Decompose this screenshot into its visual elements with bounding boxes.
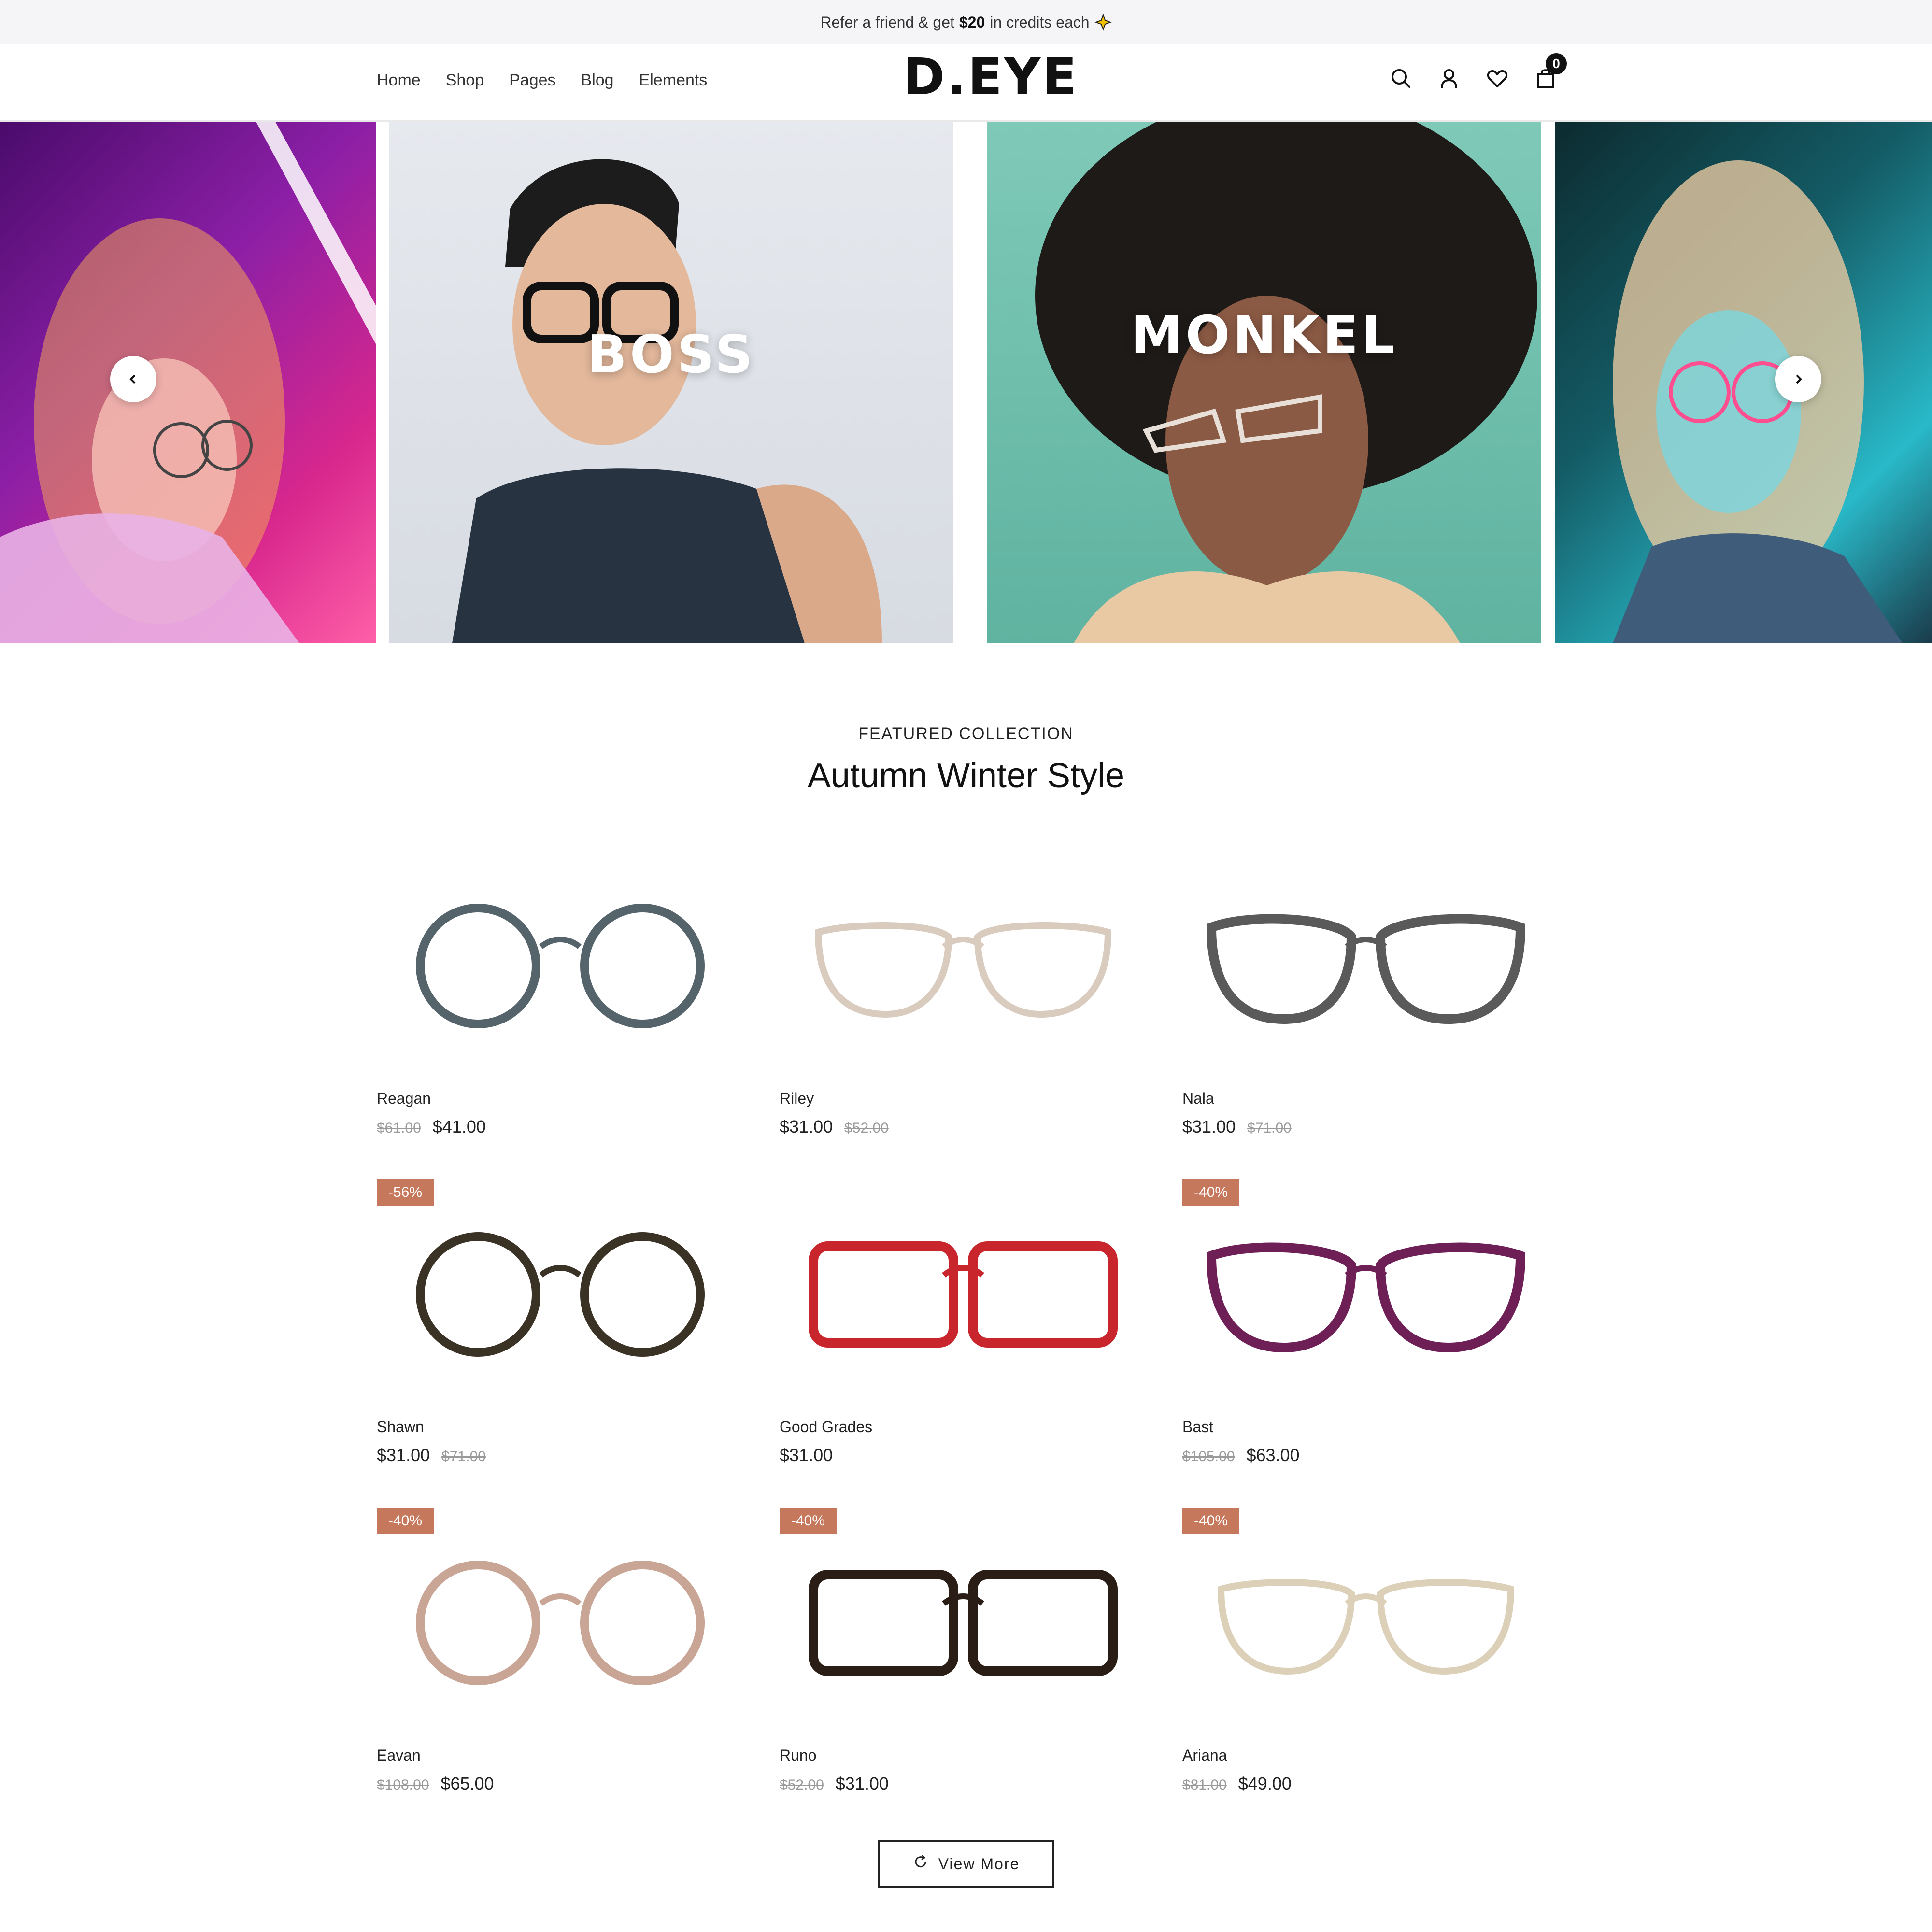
product-card[interactable]: Nala $31.00 $71.00 xyxy=(1182,869,1549,1198)
product-card[interactable]: -56% Shawn $31.00 $71.00 xyxy=(377,1179,744,1526)
heart-icon[interactable] xyxy=(1483,64,1512,93)
product-card[interactable]: -40% Runo $52.00 $31.00 xyxy=(780,1508,1147,1855)
hero-slide-4[interactable] xyxy=(1555,122,1932,643)
current-price: $41.00 xyxy=(432,1117,486,1136)
product-image[interactable] xyxy=(377,1198,744,1391)
current-price: $63.00 xyxy=(1246,1445,1300,1465)
old-price: $61.00 xyxy=(377,1120,421,1136)
hero-slide-2-label: BOSS xyxy=(587,325,756,385)
current-price: $31.00 xyxy=(377,1445,430,1465)
product-name[interactable]: Runo xyxy=(780,1747,817,1764)
product-image[interactable] xyxy=(1182,1198,1549,1391)
view-more-label: View More xyxy=(938,1855,1020,1873)
product-image[interactable] xyxy=(1182,869,1549,1063)
product-prices: $52.00 $31.00 xyxy=(780,1774,889,1794)
view-more-button[interactable]: View More xyxy=(878,1840,1054,1888)
product-prices: $61.00 $41.00 xyxy=(377,1117,486,1137)
product-name[interactable]: Reagan xyxy=(377,1090,431,1108)
cart-count-badge: 0 xyxy=(1546,53,1567,74)
current-price: $31.00 xyxy=(780,1117,833,1136)
main-nav: Home Shop Pages Blog Elements xyxy=(377,71,707,90)
section-eyebrow: FEATURED COLLECTION xyxy=(858,724,1074,743)
carousel-next-button[interactable] xyxy=(1775,356,1821,402)
product-image[interactable] xyxy=(377,869,744,1063)
header-icons: 0 xyxy=(1386,53,1567,93)
product-prices: $108.00 $65.00 xyxy=(377,1774,494,1794)
nav-elements[interactable]: Elements xyxy=(639,71,708,90)
product-card[interactable]: Riley $31.00 $52.00 xyxy=(780,869,1147,1198)
old-price: $52.00 xyxy=(844,1120,889,1136)
user-icon[interactable] xyxy=(1435,64,1463,93)
nav-home[interactable]: Home xyxy=(377,71,421,90)
product-image[interactable] xyxy=(377,1526,744,1719)
sparkle-icon xyxy=(1094,14,1112,31)
old-price: $108.00 xyxy=(377,1777,429,1793)
product-name[interactable]: Bast xyxy=(1182,1418,1213,1436)
old-price: $81.00 xyxy=(1182,1777,1227,1793)
hero-slide-3[interactable]: MONKEL xyxy=(987,122,1541,643)
product-card[interactable]: -40% Eavan $108.00 $65.00 xyxy=(377,1508,744,1855)
product-name[interactable]: Riley xyxy=(780,1090,814,1108)
current-price: $31.00 xyxy=(1182,1117,1236,1136)
product-name[interactable]: Shawn xyxy=(377,1418,424,1436)
product-prices: $31.00 $71.00 xyxy=(1182,1117,1292,1137)
old-price: $105.00 xyxy=(1182,1449,1235,1464)
product-prices: $81.00 $49.00 xyxy=(1182,1774,1292,1794)
hero-slide-2[interactable]: BOSS xyxy=(389,122,953,643)
product-name[interactable]: Ariana xyxy=(1182,1747,1227,1764)
current-price: $31.00 xyxy=(780,1445,833,1465)
discount-badge: -40% xyxy=(1182,1179,1240,1206)
product-prices: $31.00 xyxy=(780,1445,833,1465)
section-title: Autumn Winter Style xyxy=(807,756,1125,795)
product-prices: $31.00 $71.00 xyxy=(377,1445,486,1465)
current-price: $49.00 xyxy=(1238,1774,1292,1793)
announcement-suffix: in credits each xyxy=(990,13,1090,31)
old-price: $71.00 xyxy=(1247,1120,1292,1136)
product-name[interactable]: Eavan xyxy=(377,1747,421,1764)
announcement-bar: Refer a friend & get $20 in credits each xyxy=(0,0,1932,44)
product-prices: $105.00 $63.00 xyxy=(1182,1445,1300,1465)
carousel-prev-button[interactable] xyxy=(110,356,156,402)
current-price: $31.00 xyxy=(835,1774,889,1793)
discount-badge: -40% xyxy=(780,1508,837,1534)
current-price: $65.00 xyxy=(440,1774,494,1793)
discount-badge: -40% xyxy=(1182,1508,1240,1534)
announcement-prefix: Refer a friend & get xyxy=(820,13,954,31)
old-price: $71.00 xyxy=(441,1449,486,1464)
product-card[interactable]: Reagan $61.00 $41.00 xyxy=(377,869,744,1198)
bag-icon[interactable]: 0 xyxy=(1531,53,1567,93)
nav-pages[interactable]: Pages xyxy=(509,71,555,90)
hero-slide-3-label: MONKEL xyxy=(1131,305,1397,366)
nav-shop[interactable]: Shop xyxy=(446,71,484,90)
product-image[interactable] xyxy=(780,1198,1147,1391)
hero-slide-1[interactable] xyxy=(0,122,376,643)
product-image[interactable] xyxy=(780,1526,1147,1719)
product-card[interactable]: -40% Ariana $81.00 $49.00 xyxy=(1182,1508,1549,1855)
site-header: Home Shop Pages Blog Elements D.EYE 0 xyxy=(0,44,1932,122)
announcement-amount: $20 xyxy=(959,13,985,31)
discount-badge: -56% xyxy=(377,1179,434,1206)
nav-blog[interactable]: Blog xyxy=(581,71,614,90)
product-card[interactable]: Good Grades $31.00 xyxy=(780,1198,1147,1526)
product-prices: $31.00 $52.00 xyxy=(780,1117,889,1137)
search-icon[interactable] xyxy=(1386,64,1415,93)
hero-carousel: BOSS MONKEL xyxy=(0,122,1932,643)
refresh-icon xyxy=(912,1854,929,1874)
site-logo[interactable]: D.EYE xyxy=(903,47,1079,106)
discount-badge: -40% xyxy=(377,1508,434,1534)
product-image[interactable] xyxy=(780,869,1147,1063)
old-price: $52.00 xyxy=(780,1777,824,1793)
product-name[interactable]: Good Grades xyxy=(780,1418,872,1436)
product-image[interactable] xyxy=(1182,1526,1549,1719)
product-name[interactable]: Nala xyxy=(1182,1090,1214,1108)
product-card[interactable]: -40% Bast $105.00 $63.00 xyxy=(1182,1179,1549,1526)
